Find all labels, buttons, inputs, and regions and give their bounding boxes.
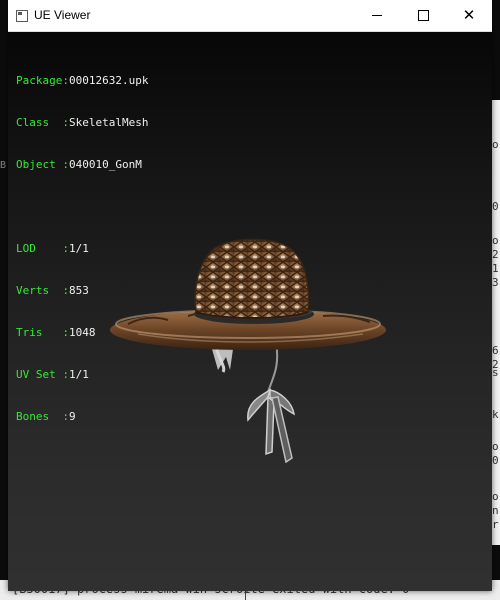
info-object-row: Object : 040010_GonM [16, 158, 148, 172]
minimize-icon [372, 15, 382, 16]
window-icon[interactable] [16, 10, 28, 22]
console-text-fragment: 3 [492, 276, 499, 289]
console-text-fragment: 0 [492, 200, 499, 213]
console-text-fragment: 6 [492, 344, 499, 357]
info-value: 1048 [68, 326, 96, 339]
hat-crown [194, 238, 310, 319]
console-text-fragment: s [492, 366, 499, 379]
console-text-fragment: k [492, 408, 499, 421]
console-text-fragment: 0 [492, 454, 499, 467]
maximize-button[interactable] [400, 0, 446, 31]
minimize-button[interactable] [354, 0, 400, 31]
window-title: UE Viewer [34, 8, 91, 22]
title-bar[interactable]: UE Viewer ✕ [8, 0, 492, 32]
info-value: 1/1 [68, 242, 89, 255]
console-text-fragment: 2 [492, 248, 499, 261]
close-icon: ✕ [462, 6, 476, 24]
info-value: 853 [68, 284, 89, 297]
console-left-edge: B [0, 160, 7, 171]
maximize-icon [417, 10, 429, 21]
console-text-fragment: o [492, 138, 499, 151]
info-value: 00012632.upk [68, 74, 149, 87]
info-label: Verts : [16, 284, 69, 297]
info-value: 040010_GonM [68, 158, 142, 171]
3d-viewport[interactable]: Package: 00012632.upk Class : SkeletalMe… [8, 32, 492, 591]
info-package-row: Package: 00012632.upk [16, 74, 148, 88]
ribbon [210, 341, 295, 464]
info-label: Tris : [16, 326, 69, 339]
info-label: Bones : [16, 410, 69, 423]
info-label: Package: [16, 74, 69, 87]
console-text-fragment: o [492, 440, 499, 453]
console-text-fragment: r [492, 518, 499, 531]
info-label: Object : [16, 158, 69, 171]
info-class-row: Class : SkeletalMesh [16, 116, 148, 130]
console-text-fragment: n [492, 504, 499, 517]
console-text-fragment: o [492, 234, 499, 247]
info-value: 1/1 [68, 368, 89, 381]
info-label: LOD : [16, 242, 69, 255]
straw-hat-mesh[interactable] [108, 192, 398, 472]
console-text-fragment: o [492, 490, 499, 503]
ue-viewer-window[interactable]: UE Viewer ✕ Package: 00012632.upk Class … [8, 0, 492, 591]
close-button[interactable]: ✕ [446, 0, 492, 31]
info-label: Class : [16, 116, 69, 129]
console-text-fragment: 1 [492, 262, 499, 275]
info-value: SkeletalMesh [68, 116, 149, 129]
info-value: 9 [68, 410, 76, 423]
info-label: UV Set : [16, 368, 69, 381]
